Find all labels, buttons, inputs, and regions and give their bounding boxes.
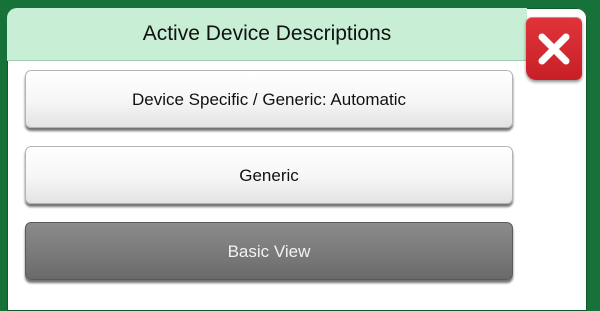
- option-label: Device Specific / Generic: Automatic: [131, 90, 406, 109]
- option-basic-view-button[interactable]: Basic View: [25, 222, 513, 280]
- option-label: Basic View: [227, 242, 311, 261]
- option-label: Generic: [239, 166, 299, 185]
- device-frame: Active Device Descriptions Device Specif…: [0, 0, 600, 311]
- dialog-title: Active Device Descriptions: [142, 22, 392, 45]
- close-button[interactable]: [526, 17, 582, 80]
- option-generic-button[interactable]: Generic: [25, 146, 513, 204]
- close-x-icon: [538, 33, 570, 65]
- option-device-specific-generic-automatic-button[interactable]: Device Specific / Generic: Automatic: [25, 70, 513, 128]
- dialog-title-bar: Active Device Descriptions: [7, 8, 527, 61]
- dialog-panel: Active Device Descriptions Device Specif…: [7, 8, 587, 311]
